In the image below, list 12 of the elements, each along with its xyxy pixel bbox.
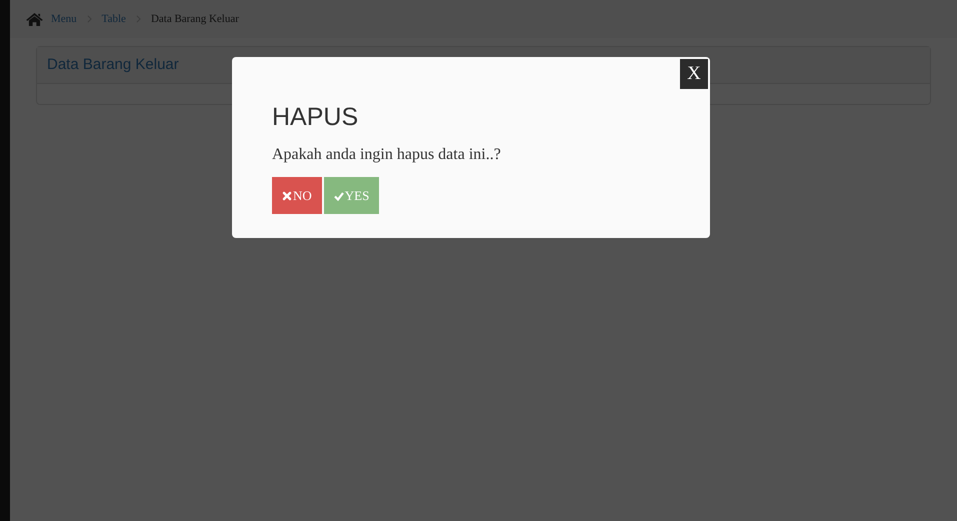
breadcrumb-current: Data Barang Keluar [150, 12, 239, 27]
yes-button[interactable]: YES [324, 177, 380, 214]
dialog-message: Apakah anda ingin hapus data ini..? [272, 145, 502, 165]
home-icon[interactable] [26, 12, 43, 26]
breadcrumb-link[interactable]: Table [102, 10, 126, 28]
times-icon [282, 190, 292, 200]
panel-title: Data Barang Keluar [47, 54, 179, 75]
close-button[interactable]: X [680, 59, 708, 89]
dialog-title: HAPUS [272, 105, 360, 130]
breadcrumb-link[interactable]: Menu [51, 10, 77, 28]
check-icon [334, 190, 344, 200]
no-button[interactable]: NO [272, 177, 322, 214]
